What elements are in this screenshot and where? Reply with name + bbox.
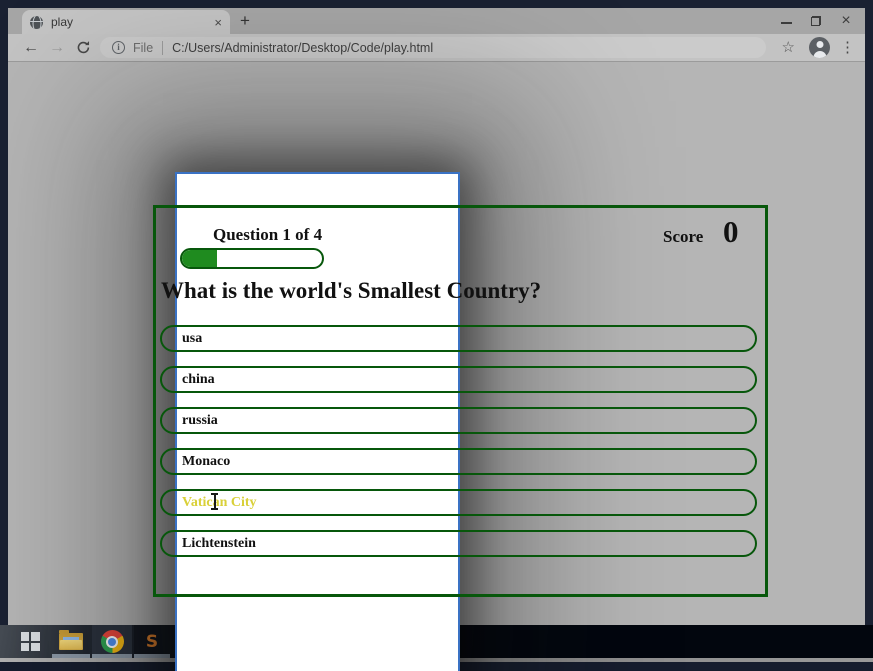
back-button[interactable]: ← <box>18 39 44 56</box>
start-button[interactable] <box>12 625 48 658</box>
close-icon: × <box>841 12 851 29</box>
chrome-icon <box>100 630 124 653</box>
browser-toolbar: ← → File C:/Users/Administrator/Desktop/… <box>8 34 865 62</box>
score-value: 0 <box>723 214 739 249</box>
sublime-text-button[interactable] <box>134 625 170 658</box>
quiz-option[interactable]: usa <box>160 325 757 352</box>
reload-button[interactable] <box>70 40 96 55</box>
quiz-option[interactable]: Vatican City <box>160 489 757 516</box>
options-list: usa china russia Monaco Vatican City Lic… <box>160 325 757 571</box>
progress-fill <box>182 250 217 267</box>
quiz-option[interactable]: china <box>160 366 757 393</box>
address-url: C:/Users/Administrator/Desktop/Code/play… <box>172 40 434 55</box>
quiz-option[interactable]: Monaco <box>160 448 757 475</box>
globe-favicon-icon <box>30 15 43 29</box>
tab-title: play <box>51 15 74 29</box>
address-scheme: File <box>133 40 154 55</box>
tab-bar: play × + × <box>8 8 865 34</box>
close-button[interactable]: × <box>831 13 861 29</box>
forward-button[interactable]: → <box>44 39 70 56</box>
info-icon[interactable] <box>112 41 125 54</box>
address-bar[interactable]: File C:/Users/Administrator/Desktop/Code… <box>100 37 766 58</box>
question-progress-label: Question 1 of 4 <box>213 225 323 244</box>
bookmark-star-icon[interactable]: ☆ <box>782 40 795 55</box>
window-controls: × <box>771 13 861 29</box>
score-label: Score <box>663 227 704 246</box>
new-tab-button[interactable]: + <box>240 10 250 32</box>
menu-dots-icon[interactable]: ⋮ <box>840 40 855 55</box>
file-explorer-button[interactable] <box>52 625 90 658</box>
quiz-option[interactable]: russia <box>160 407 757 434</box>
text-cursor-icon <box>210 493 219 510</box>
question-text: What is the world's Smallest Country? <box>161 278 542 303</box>
quiz-card: Question 1 of 4 Score 0 What is the worl… <box>153 205 768 597</box>
restore-icon <box>811 16 821 26</box>
address-divider <box>162 40 164 55</box>
windows-logo-icon <box>20 632 40 651</box>
tab-close-icon[interactable]: × <box>214 16 222 29</box>
sublime-text-icon <box>146 631 158 653</box>
chrome-button[interactable] <box>92 625 132 658</box>
minimize-button[interactable] <box>771 13 801 29</box>
browser-tab[interactable]: play × <box>22 10 230 34</box>
browser-window: play × + × ← → File C:/Users/Administrat… <box>8 8 865 671</box>
minimize-icon <box>780 22 792 24</box>
profile-avatar[interactable] <box>809 37 830 58</box>
reload-icon <box>77 41 89 54</box>
quiz-option[interactable]: Lichtenstein <box>160 530 757 557</box>
page-viewport: Question 1 of 4 Score 0 What is the worl… <box>8 62 865 671</box>
restore-button[interactable] <box>801 13 831 29</box>
file-explorer-icon <box>59 630 83 650</box>
progress-bar <box>180 248 324 269</box>
